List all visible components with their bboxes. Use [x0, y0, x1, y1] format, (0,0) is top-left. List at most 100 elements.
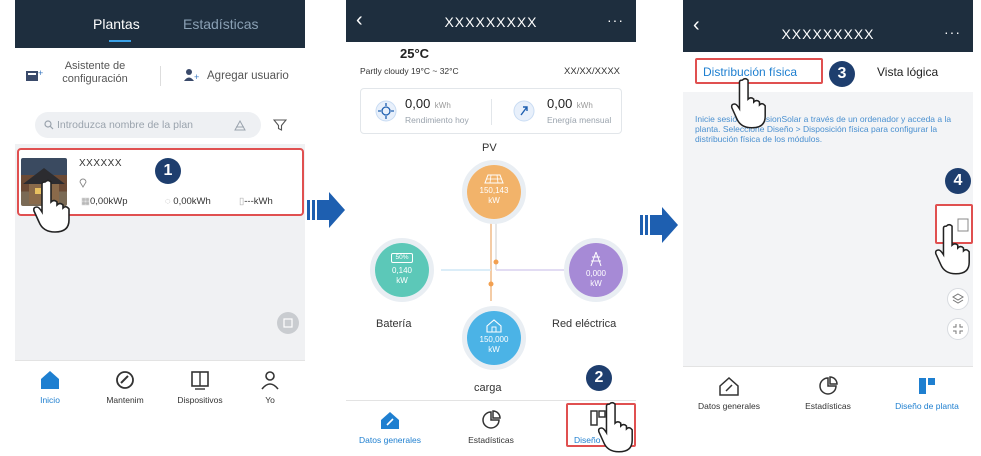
- tab-plantas[interactable]: Plantas: [93, 16, 140, 32]
- overview-icon: [719, 376, 739, 396]
- overview-icon: [381, 412, 399, 429]
- scan-icon[interactable]: [233, 119, 247, 131]
- setup-wizard-button[interactable]: + Asistente de configuración: [25, 58, 155, 94]
- energy-flow-diagram: PV 150,143 kW 50% 0,140 kW Batería 0,000: [346, 136, 636, 400]
- plant-layout-screen: ‹ XXXXXXXXX ··· Distribución física 3 Vi…: [683, 0, 973, 456]
- wizard-label-line2: configuración: [62, 73, 128, 85]
- collapse-icon: [953, 324, 963, 334]
- nav-dispositivos[interactable]: Dispositivos: [170, 369, 230, 405]
- plant-list: XXXXXX ▦0,00kWp ◌ 0,00kWh ▯---kWh 1: [15, 144, 305, 360]
- more-options-icon[interactable]: ···: [944, 24, 961, 40]
- nav-estadisticas[interactable]: Estadísticas: [795, 375, 861, 411]
- plant-title: XXXXXXXXX: [781, 26, 875, 42]
- pv-unit: kW: [488, 196, 500, 205]
- today-yield-value: 0,00: [405, 96, 431, 111]
- monthly-energy: 0,00 kWh Energía mensual: [547, 95, 611, 125]
- load-value: 150,000: [479, 335, 509, 344]
- nav-datos-generales-label: Datos generales: [359, 435, 421, 445]
- plant-icon: [283, 318, 293, 328]
- next-step-arrow-icon: [640, 207, 678, 243]
- solar-panel-icon: [484, 174, 504, 184]
- search-placeholder: Introduzca nombre de la plan: [57, 119, 194, 131]
- top-tab-bar: Plantas Estadísticas: [15, 0, 305, 48]
- add-user-button[interactable]: + Agregar usuario: [183, 58, 301, 94]
- add-user-icon: +: [184, 69, 199, 82]
- plant-title: XXXXXXXXX: [444, 14, 538, 30]
- plant-energy-value: 0,00kWh: [173, 196, 211, 207]
- yield-icon: ▯: [239, 196, 245, 207]
- today-yield-label: Rendimiento hoy: [405, 115, 469, 125]
- maintenance-icon: [116, 371, 134, 389]
- battery-percent-box: 50%: [391, 253, 413, 263]
- battery-percent: 50%: [395, 254, 409, 261]
- wizard-icon: +: [26, 68, 43, 81]
- weather-bar: 25°C Partly cloudy 19°C ~ 32°C XX/XX/XXX…: [346, 42, 636, 86]
- monthly-energy-label: Energía mensual: [547, 115, 612, 125]
- plant-yield-value: --kWh: [247, 196, 273, 207]
- stats-divider: [491, 99, 492, 125]
- plant-overview-screen: ‹ XXXXXXXXX ··· 25°C Partly cloudy 19°C …: [346, 0, 636, 456]
- next-step-arrow-icon: [307, 192, 345, 228]
- nav-yo-label: Yo: [265, 395, 275, 405]
- fit-screen-button[interactable]: [947, 318, 969, 340]
- devices-icon: [191, 371, 209, 390]
- wizard-label-line1: Asistente de: [64, 60, 126, 72]
- tap-hand-icon: [934, 223, 970, 275]
- layout-content: Inicie sesión en FusionSolar a través de…: [683, 92, 973, 366]
- nav-estadisticas-label: Estadísticas: [468, 435, 514, 445]
- nav-datos-generales[interactable]: Datos generales: [354, 409, 426, 445]
- pv-node[interactable]: 150,143 kW: [467, 165, 521, 219]
- battery-label: Batería: [376, 318, 412, 330]
- nav-datos-generales[interactable]: Datos generales: [693, 375, 765, 411]
- power-tower-icon: [590, 251, 602, 267]
- monthly-energy-value: 0,00: [547, 96, 573, 111]
- tab-vista-logica[interactable]: Vista lógica: [877, 65, 938, 79]
- plant-search-input[interactable]: Introduzca nombre de la plan: [35, 112, 261, 138]
- nav-yo[interactable]: Yo: [240, 369, 300, 405]
- temperature: 25°C: [400, 46, 430, 61]
- svg-text:+: +: [194, 72, 199, 82]
- tab-estadisticas[interactable]: Estadísticas: [183, 16, 258, 32]
- step-badge-1: 1: [155, 158, 181, 184]
- header-bar: ‹ XXXXXXXXX ···: [346, 0, 636, 42]
- home-icon: [41, 371, 59, 389]
- nav-dispositivos-label: Dispositivos: [177, 395, 223, 405]
- today-yield: 0,00 kWh Rendimiento hoy: [405, 95, 469, 125]
- nav-estadisticas[interactable]: Estadísticas: [456, 409, 526, 445]
- active-tab-indicator: [109, 40, 131, 42]
- grid-label: Red eléctrica: [552, 318, 617, 330]
- nav-estadisticas-label: Estadísticas: [805, 401, 851, 411]
- today-yield-unit: kWh: [434, 101, 451, 110]
- battery-node[interactable]: 50% 0,140 kW: [375, 243, 429, 297]
- nav-inicio-label: Inicio: [40, 395, 60, 405]
- layers-icon: [952, 293, 964, 304]
- toolbar-divider: [160, 66, 161, 86]
- nav-mantenim-label: Mantenim: [106, 395, 144, 405]
- plants-screen: Plantas Estadísticas + Asistente de conf…: [15, 0, 305, 456]
- more-options-icon[interactable]: ···: [607, 12, 624, 28]
- plant-yield: ▯---kWh: [239, 196, 273, 207]
- plant-capacity: ▦0,00kWp: [81, 196, 127, 207]
- nav-mantenim[interactable]: Mantenim: [95, 369, 155, 405]
- nav-inicio[interactable]: Inicio: [20, 369, 80, 405]
- layers-button[interactable]: [947, 288, 969, 310]
- grid-node[interactable]: 0,000 kW: [569, 243, 623, 297]
- load-node[interactable]: 150,000 kW: [467, 311, 521, 365]
- nav-diseno-de-planta[interactable]: Diseño de planta: [887, 375, 967, 411]
- weather-description: Partly cloudy 19°C ~ 32°C: [360, 66, 459, 76]
- floating-action-button[interactable]: [277, 312, 299, 334]
- filter-icon[interactable]: [273, 118, 287, 132]
- tap-hand-icon: [597, 401, 633, 453]
- grid-unit: kW: [590, 279, 602, 288]
- plant-name: XXXXXX: [79, 158, 123, 169]
- step-badge-4: 4: [945, 168, 971, 194]
- energy-icon: ◌: [165, 196, 171, 207]
- toolbar: + Asistente de configuración + Agregar u…: [15, 48, 305, 104]
- statistics-icon: [482, 410, 501, 429]
- plant-capacity-value: 0,00kWp: [89, 196, 128, 207]
- bottom-nav: Datos generales Estadísticas Diseño: [346, 400, 636, 456]
- bottom-nav: Inicio Mantenim Dispositivos Yo: [15, 360, 305, 420]
- energy-stats: 0,00 kWh Rendimiento hoy 0,00 kWh Energí…: [360, 88, 622, 134]
- house-load-icon: [486, 319, 502, 333]
- add-user-label: Agregar usuario: [207, 70, 289, 82]
